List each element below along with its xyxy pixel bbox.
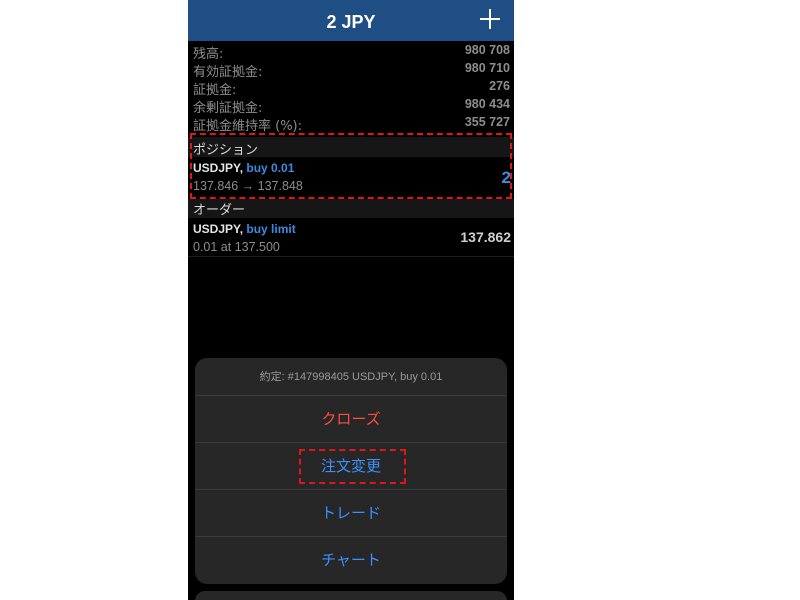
summary-label: 有効証拠金: bbox=[193, 65, 263, 80]
cancel-sheet-edge[interactable] bbox=[195, 591, 507, 600]
summary-row-balance: 残高: 980 708 bbox=[193, 43, 510, 62]
position-highlight-box bbox=[190, 133, 512, 199]
action-sheet-title: 約定: #147998405 USDJPY, buy 0.01 bbox=[259, 371, 443, 383]
order-divider bbox=[188, 256, 514, 257]
order-side: buy limit bbox=[246, 222, 296, 236]
summary-row-margin-level: 証拠金維持率 (%): 355 727 bbox=[193, 115, 510, 134]
order-symbol: USDJPY, bbox=[193, 222, 244, 236]
order-row[interactable]: USDJPY, buy limit 0.01 at 137.500 137.86… bbox=[188, 218, 514, 256]
summary-value: 980 434 bbox=[464, 97, 510, 111]
phone-screen: 2 JPY 残高: 980 708 有効証拠金: 980 710 証拠金: 27… bbox=[188, 0, 514, 600]
orders-section-label: オーダー bbox=[193, 203, 246, 218]
modify-order-highlight-box bbox=[299, 449, 406, 484]
summary-label: 残高: bbox=[193, 47, 224, 62]
header-title: 2 JPY bbox=[326, 12, 376, 32]
orders-section-header: オーダー bbox=[188, 199, 514, 218]
summary-row-free-margin: 余剰証拠金: 980 434 bbox=[193, 97, 510, 116]
summary-label: 余剰証拠金: bbox=[193, 101, 263, 116]
summary-value: 980 710 bbox=[464, 61, 510, 75]
summary-row-equity: 有効証拠金: 980 710 bbox=[193, 61, 510, 80]
trade-button[interactable]: トレード bbox=[195, 489, 507, 537]
header-bar: 2 JPY bbox=[188, 0, 514, 41]
summary-value: 355 727 bbox=[464, 115, 510, 129]
plus-icon[interactable] bbox=[476, 5, 504, 33]
close-button[interactable]: クローズ bbox=[195, 395, 507, 443]
summary-label: 証拠金維持率 (%): bbox=[193, 119, 303, 134]
chart-button[interactable]: チャート bbox=[195, 536, 507, 584]
order-detail: 0.01 at 137.500 bbox=[193, 240, 280, 254]
summary-value: 980 708 bbox=[464, 43, 510, 57]
summary-row-margin: 証拠金: 276 bbox=[193, 79, 510, 98]
summary-value: 276 bbox=[489, 79, 510, 93]
summary-label: 証拠金: bbox=[193, 83, 237, 98]
order-title: USDJPY, buy limit bbox=[193, 222, 296, 236]
order-price: 137.862 bbox=[460, 229, 511, 245]
